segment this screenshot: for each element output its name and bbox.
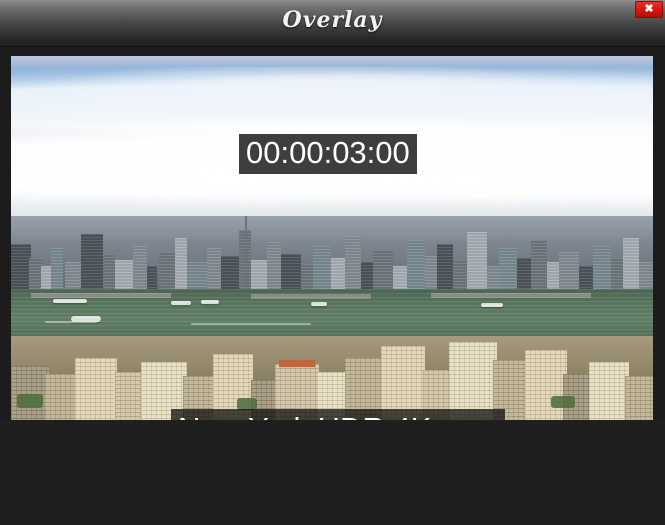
foreground-buildings: [11, 336, 653, 420]
video-preview[interactable]: 00:00:03:00 New York HDR 4K.mov: [11, 56, 653, 420]
overlay-filename-text: New York HDR 4K.mov: [171, 409, 506, 420]
window-title: Overlay: [282, 7, 383, 33]
overlay-timecode-text: 00:00:03:00: [239, 134, 417, 174]
video-frame-image: [11, 56, 653, 420]
overlay-window: Overlay ✖ 00:00:03:00: [0, 0, 665, 525]
title-bar: Overlay ✖: [0, 0, 665, 47]
close-icon[interactable]: ✖: [635, 1, 663, 18]
skyline-far: [11, 216, 653, 297]
control-panel: Display timecode : 00 00 00 00 Display a…: [0, 420, 665, 525]
